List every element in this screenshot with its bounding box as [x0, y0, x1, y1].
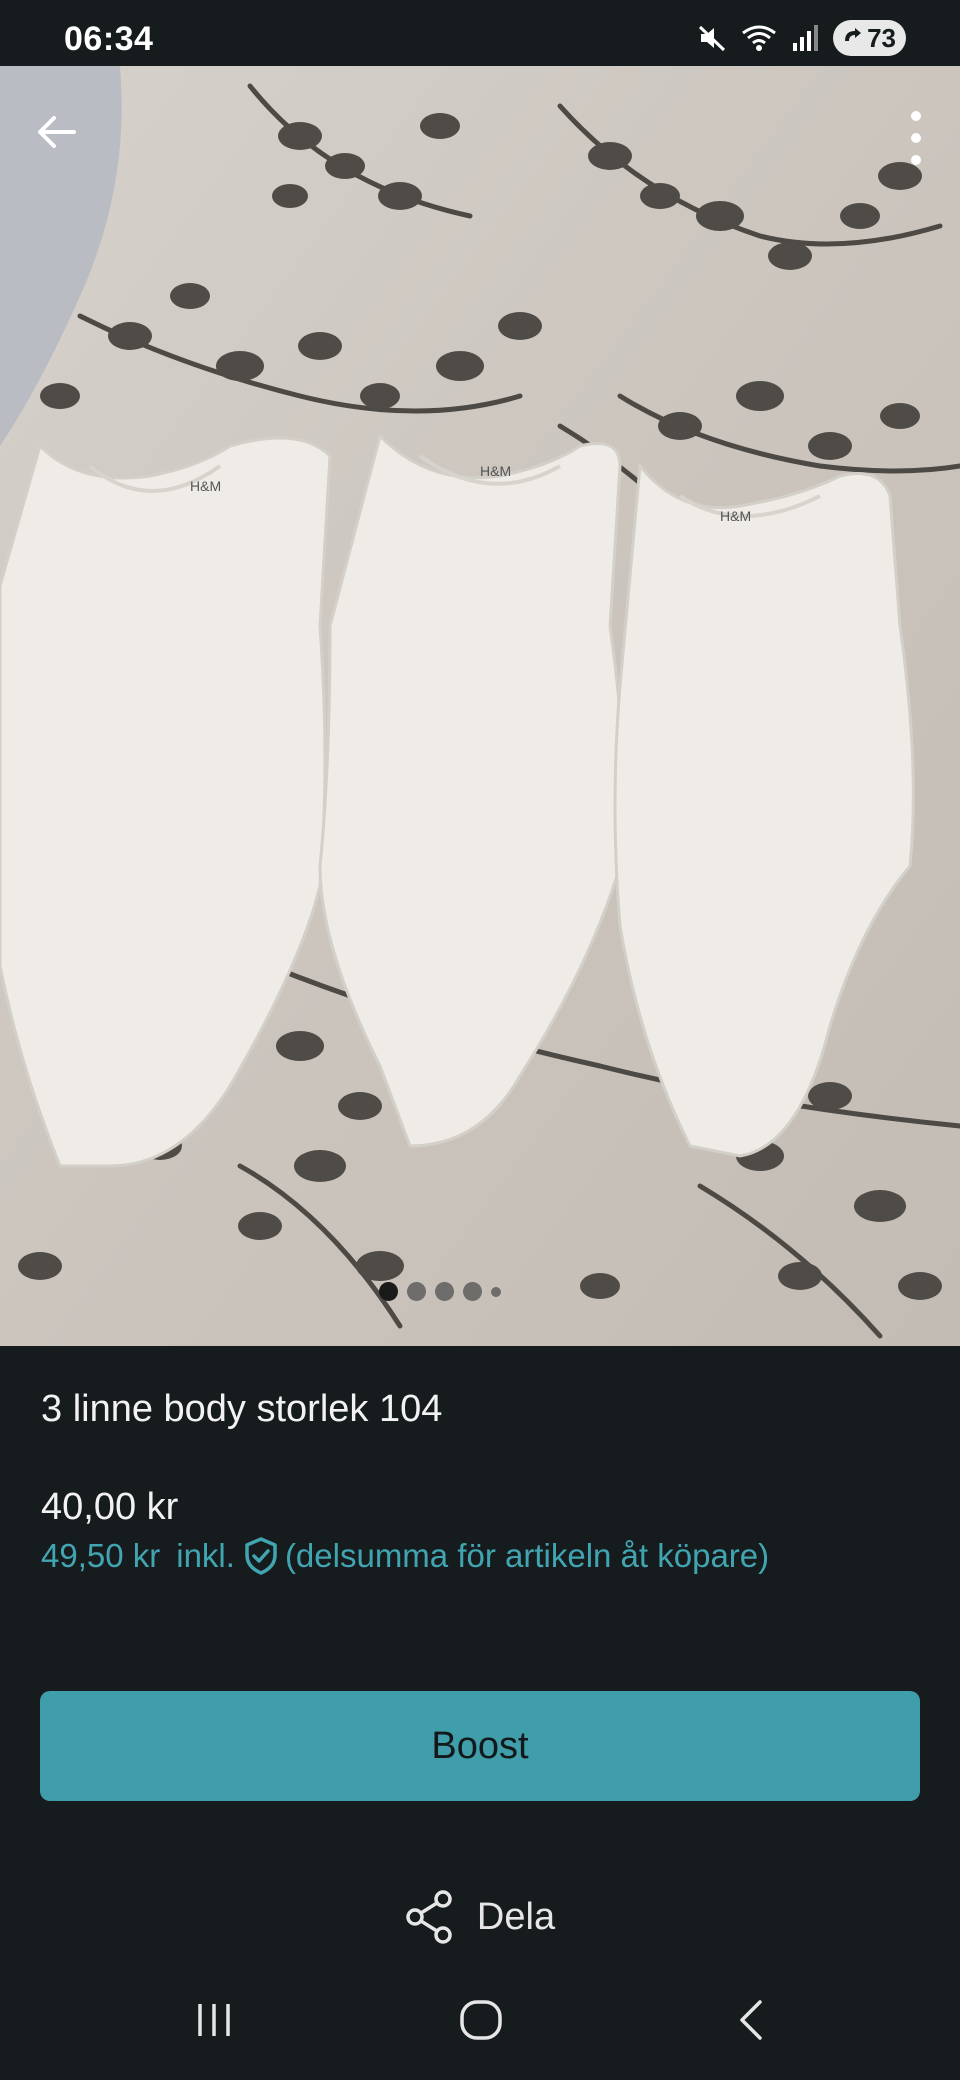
battery-indicator: 73 [833, 20, 906, 56]
mute-icon [699, 25, 726, 52]
image-pagination [0, 1282, 960, 1301]
item-title: 3 linne body storlek 104 [41, 1388, 443, 1430]
share-label: Dela [476, 1895, 556, 1938]
buyer-price-line[interactable]: 49,50 kr inkl. (delsumma för artikeln åt… [41, 1536, 769, 1576]
pagination-dot-active[interactable] [379, 1282, 398, 1301]
status-time: 06:34 [64, 20, 154, 58]
battery-level: 73 [867, 22, 896, 53]
item-price: 40,00 kr [41, 1486, 179, 1528]
system-navigation-bar [0, 1990, 960, 2050]
status-bar: 06:34 73 [0, 0, 960, 66]
pagination-dot[interactable] [435, 1282, 454, 1301]
status-icons: 73 [697, 18, 906, 58]
svg-text:H&M: H&M [720, 508, 751, 524]
product-image[interactable]: H&M H&M H&M [0, 66, 960, 1346]
share-icon [406, 1890, 452, 1944]
svg-text:H&M: H&M [480, 463, 511, 479]
pagination-dot[interactable] [491, 1286, 501, 1297]
item-detail-screen: 06:34 73 H&M H&M H&M 3 linne body storle… [0, 0, 960, 2080]
buyer-price-note: (delsumma för artikeln åt köpare) [284, 1537, 770, 1574]
more-vertical-icon[interactable] [904, 108, 928, 168]
buyer-price: 49,50 kr [41, 1537, 161, 1574]
arrow-left-icon[interactable] [30, 106, 82, 158]
wifi-icon [742, 25, 776, 51]
boost-button[interactable]: Boost [40, 1691, 920, 1801]
boost-label: Boost [431, 1724, 529, 1767]
product-photo: H&M H&M H&M [0, 66, 960, 1346]
battery-saver-icon [845, 28, 862, 41]
back-icon[interactable] [730, 1998, 774, 2042]
signal-icon [793, 25, 819, 51]
shield-check-icon [245, 1537, 277, 1575]
pagination-dot[interactable] [407, 1282, 426, 1301]
recent-apps-icon[interactable] [192, 1998, 236, 2042]
svg-text:H&M: H&M [190, 478, 221, 494]
inkl-label: inkl. [176, 1537, 235, 1574]
share-button[interactable]: Dela [0, 1890, 960, 1944]
home-icon[interactable] [459, 1998, 503, 2042]
pagination-dot[interactable] [463, 1282, 482, 1301]
